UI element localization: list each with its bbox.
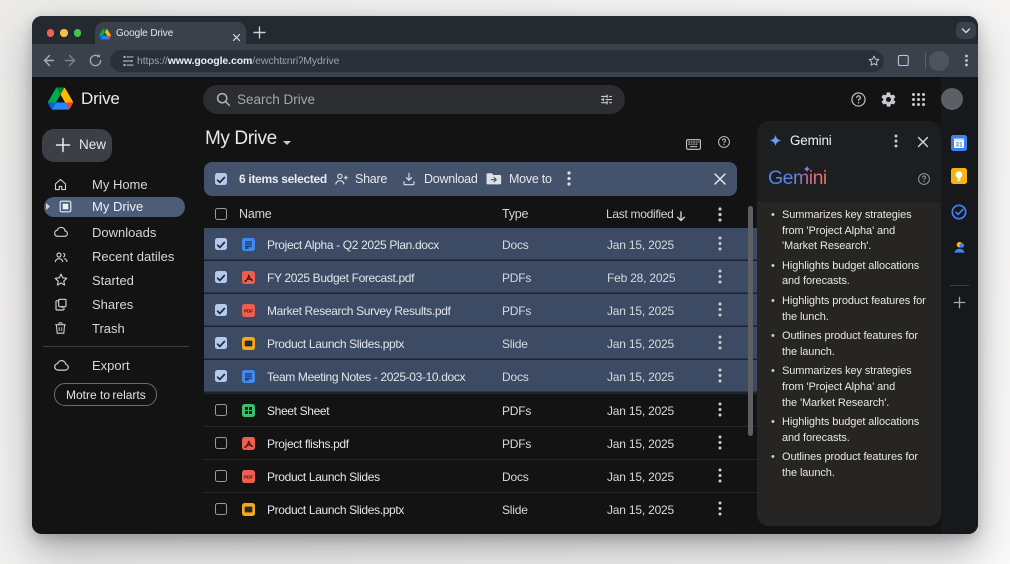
svg-text:PDF: PDF	[244, 308, 253, 313]
svg-text:31: 31	[955, 142, 963, 149]
svg-text:PDF: PDF	[244, 474, 253, 479]
